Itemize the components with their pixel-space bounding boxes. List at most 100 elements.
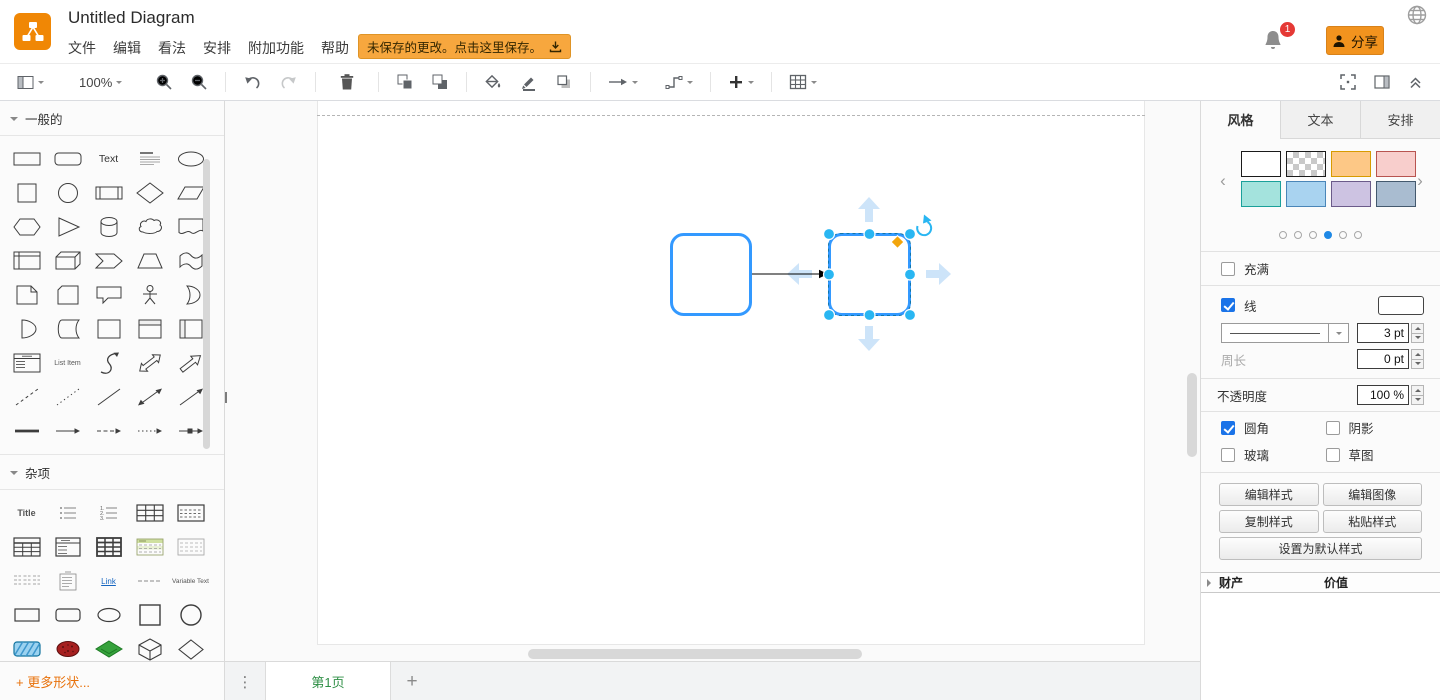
style-preset-white[interactable] — [1241, 151, 1281, 177]
pages-menu-button[interactable]: ⋮ — [235, 662, 255, 700]
connection-style-dropdown[interactable] — [605, 69, 641, 95]
style-preset-none[interactable] — [1286, 151, 1326, 177]
shape-table[interactable] — [131, 497, 169, 529]
line-width-input[interactable] — [1357, 323, 1409, 343]
shape-hexagon[interactable] — [8, 211, 46, 243]
style-preset-orange[interactable] — [1331, 151, 1371, 177]
shape-dashed-line[interactable] — [8, 381, 46, 413]
shape-isometric-cube[interactable] — [131, 633, 169, 661]
format-panel-toggle[interactable] — [1371, 69, 1393, 95]
shape-cube[interactable] — [49, 245, 87, 277]
shape-title-text[interactable]: Title — [8, 497, 46, 529]
zoom-out-button[interactable] — [187, 69, 211, 95]
shape-actor[interactable] — [131, 279, 169, 311]
shape-rectangle[interactable] — [8, 143, 46, 175]
fullscreen-button[interactable] — [1337, 69, 1359, 95]
delete-button[interactable] — [336, 69, 358, 95]
carousel-dot[interactable] — [1324, 231, 1332, 239]
zoom-in-button[interactable] — [152, 69, 176, 95]
style-preset-blue[interactable] — [1286, 181, 1326, 207]
shape-step[interactable] — [90, 245, 128, 277]
shape-callout[interactable] — [90, 279, 128, 311]
rotate-handle-icon[interactable] — [916, 214, 933, 237]
language-globe-icon[interactable] — [1406, 4, 1428, 26]
tab-arrange[interactable]: 安排 — [1360, 101, 1440, 138]
shape-small-list[interactable] — [49, 565, 87, 597]
fill-color-button[interactable] — [481, 69, 506, 95]
shape-square[interactable] — [8, 177, 46, 209]
shape-outline-diamond[interactable] — [172, 633, 210, 661]
shape-and[interactable] — [8, 313, 46, 345]
canvas[interactable] — [225, 101, 1200, 661]
shape-vertical-container[interactable] — [131, 313, 169, 345]
paste-style-button[interactable]: 粘贴样式 — [1322, 510, 1422, 533]
style-preset-red[interactable] — [1376, 151, 1416, 177]
shape-table-with-header[interactable] — [8, 531, 46, 563]
diagram-node-left[interactable] — [670, 233, 752, 316]
menu-arrange[interactable]: 安排 — [203, 38, 231, 58]
shape-plain-rounded-rectangle[interactable] — [49, 599, 87, 631]
shape-data-storage[interactable] — [49, 313, 87, 345]
shape-dashed-table[interactable] — [172, 497, 210, 529]
shape-process[interactable] — [90, 177, 128, 209]
glass-checkbox[interactable] — [1221, 447, 1235, 462]
section-misc[interactable]: 杂项 — [0, 454, 224, 490]
shape-dotted-table[interactable] — [172, 531, 210, 563]
carousel-dot[interactable] — [1279, 231, 1287, 239]
edit-style-button[interactable]: 编辑样式 — [1219, 483, 1319, 506]
shape-rounded-rectangle[interactable] — [49, 143, 87, 175]
sketch-checkbox[interactable] — [1325, 447, 1340, 462]
carousel-dot[interactable] — [1294, 231, 1302, 239]
shape-diamond[interactable] — [131, 177, 169, 209]
shape-dashed-arrow-edge[interactable] — [90, 415, 128, 447]
shape-link-edge[interactable] — [8, 415, 46, 447]
shape-curve[interactable] — [90, 347, 128, 379]
view-button[interactable] — [14, 69, 47, 95]
shape-bidirectional-arrow[interactable] — [131, 347, 169, 379]
menu-edit[interactable]: 编辑 — [113, 38, 141, 58]
more-shapes-button[interactable]: + 更多形状... — [16, 672, 90, 691]
shape-bidirectional-connector[interactable] — [131, 381, 169, 413]
shape-trapezoid[interactable] — [131, 245, 169, 277]
carousel-prev-icon[interactable]: ‹ — [1215, 171, 1231, 191]
expand-triangle-icon[interactable] — [1207, 578, 1215, 587]
menu-extras[interactable]: 附加功能 — [248, 38, 304, 58]
opacity-input[interactable] — [1357, 385, 1409, 405]
shape-unordered-list[interactable] — [49, 497, 87, 529]
fill-checkbox[interactable] — [1221, 261, 1235, 276]
shape-cylinder[interactable] — [90, 211, 128, 243]
table-dropdown[interactable] — [786, 69, 820, 95]
shadow-button[interactable] — [552, 69, 576, 95]
diagram-edge[interactable] — [752, 269, 828, 279]
shape-triangle[interactable] — [49, 211, 87, 243]
canvas-horizontal-scrollbar[interactable] — [528, 649, 862, 659]
shape-large-circle[interactable] — [172, 599, 210, 631]
edit-image-button[interactable]: 编辑图像 — [1322, 483, 1422, 506]
shape-large-square[interactable] — [131, 599, 169, 631]
waypoint-style-dropdown[interactable] — [662, 69, 696, 95]
to-back-button[interactable] — [428, 69, 452, 95]
rounded-checkbox[interactable] — [1221, 420, 1235, 435]
shape-arrow-edge[interactable] — [49, 415, 87, 447]
style-preset-teal[interactable] — [1241, 181, 1281, 207]
carousel-dot[interactable] — [1339, 231, 1347, 239]
collapse-toolbar-button[interactable] — [1405, 69, 1426, 95]
sidebar-resize-handle[interactable] — [225, 389, 229, 405]
shape-numbered-list[interactable]: 1. 2. 3. — [90, 497, 128, 529]
menu-help[interactable]: 帮助 — [321, 38, 349, 58]
shape-internal-storage[interactable] — [8, 245, 46, 277]
to-front-button[interactable] — [393, 69, 417, 95]
menu-view[interactable]: 看法 — [158, 38, 186, 58]
undo-button[interactable] — [240, 69, 265, 95]
shape-container[interactable] — [90, 313, 128, 345]
share-button[interactable]: 分享 — [1326, 26, 1384, 55]
opacity-stepper[interactable] — [1411, 385, 1424, 405]
shape-dotted-line[interactable] — [49, 381, 87, 413]
shape-striped-table[interactable] — [131, 531, 169, 563]
carousel-dot[interactable] — [1354, 231, 1362, 239]
shape-link-text[interactable]: Link — [90, 565, 128, 597]
perimeter-input[interactable] — [1357, 349, 1409, 369]
notifications-bell-icon[interactable]: 1 — [1262, 22, 1295, 52]
unsaved-changes-banner[interactable]: 未保存的更改。点击这里保存。 — [358, 34, 572, 59]
insert-dropdown[interactable] — [725, 69, 757, 95]
